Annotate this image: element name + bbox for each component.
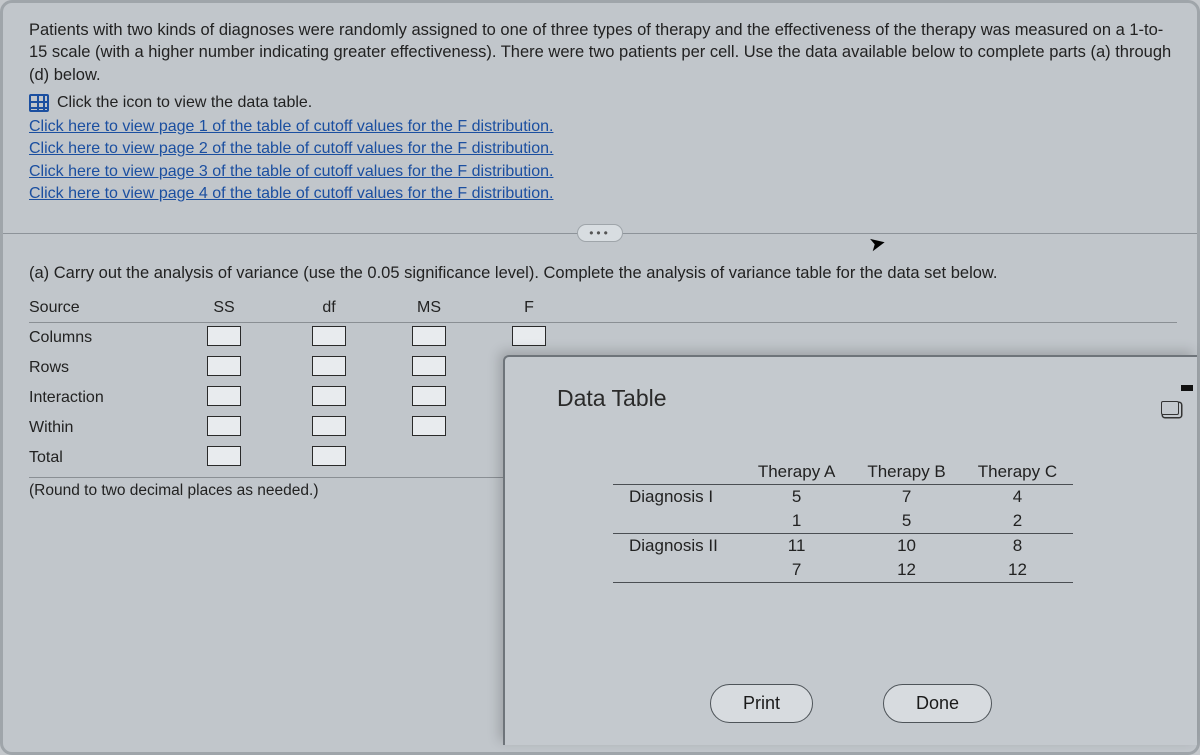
input-ss-interaction[interactable] bbox=[207, 386, 241, 406]
cell: 11 bbox=[742, 534, 852, 559]
col-ss: SS bbox=[169, 299, 279, 317]
modal-button-row: Print Done bbox=[505, 684, 1197, 723]
done-button[interactable]: Done bbox=[883, 684, 992, 723]
section-divider: ••• bbox=[3, 233, 1197, 234]
cell: 8 bbox=[962, 534, 1073, 559]
data-table-modal: Data Table Therapy A Therapy B Therapy C… bbox=[503, 355, 1197, 745]
copy-icon[interactable] bbox=[1161, 401, 1179, 415]
input-ss-total[interactable] bbox=[207, 446, 241, 466]
anova-label: Columns bbox=[29, 329, 169, 347]
modal-title: Data Table bbox=[557, 385, 1183, 412]
anova-label: Interaction bbox=[29, 389, 169, 407]
col-source: Source bbox=[29, 299, 169, 317]
input-df-columns[interactable] bbox=[312, 326, 346, 346]
th-therapy-b: Therapy B bbox=[851, 460, 961, 485]
cell: 7 bbox=[851, 485, 961, 510]
row-label bbox=[613, 558, 742, 583]
input-df-total[interactable] bbox=[312, 446, 346, 466]
th-therapy-c: Therapy C bbox=[962, 460, 1073, 485]
print-button[interactable]: Print bbox=[710, 684, 813, 723]
part-a-text: (a) Carry out the analysis of variance (… bbox=[29, 264, 1177, 283]
cell: 2 bbox=[962, 509, 1073, 534]
rounding-note: (Round to two decimal places as needed.) bbox=[29, 477, 529, 500]
cell: 12 bbox=[962, 558, 1073, 583]
view-data-table-line[interactable]: Click the icon to view the data table. bbox=[29, 94, 1177, 112]
data-table: Therapy A Therapy B Therapy C Diagnosis … bbox=[613, 460, 1073, 583]
view-data-table-label: Click the icon to view the data table. bbox=[57, 94, 312, 112]
th-blank bbox=[613, 460, 742, 485]
input-ss-within[interactable] bbox=[207, 416, 241, 436]
input-ss-columns[interactable] bbox=[207, 326, 241, 346]
input-ms-rows[interactable] bbox=[412, 356, 446, 376]
f-dist-link-1[interactable]: Click here to view page 1 of the table o… bbox=[29, 116, 553, 138]
question-panel: Patients with two kinds of diagnoses wer… bbox=[0, 0, 1200, 755]
th-therapy-a: Therapy A bbox=[742, 460, 852, 485]
col-f: F bbox=[479, 299, 579, 317]
cell: 10 bbox=[851, 534, 961, 559]
f-dist-link-2[interactable]: Click here to view page 2 of the table o… bbox=[29, 138, 553, 160]
table-row: 7 12 12 bbox=[613, 558, 1073, 583]
f-dist-link-4[interactable]: Click here to view page 4 of the table o… bbox=[29, 183, 553, 205]
input-f-columns[interactable] bbox=[512, 326, 546, 346]
cell: 4 bbox=[962, 485, 1073, 510]
table-row: Diagnosis II 11 10 8 bbox=[613, 534, 1073, 559]
anova-header-row: Source SS df MS F bbox=[29, 293, 1177, 323]
table-row: Diagnosis I 5 7 4 bbox=[613, 485, 1073, 510]
anova-label: Rows bbox=[29, 359, 169, 377]
cell: 5 bbox=[851, 509, 961, 534]
anova-row-columns: Columns bbox=[29, 323, 1177, 353]
col-df: df bbox=[279, 299, 379, 317]
input-df-within[interactable] bbox=[312, 416, 346, 436]
input-ss-rows[interactable] bbox=[207, 356, 241, 376]
col-ms: MS bbox=[379, 299, 479, 317]
input-ms-interaction[interactable] bbox=[412, 386, 446, 406]
cell: 1 bbox=[742, 509, 852, 534]
input-df-rows[interactable] bbox=[312, 356, 346, 376]
cell: 7 bbox=[742, 558, 852, 583]
input-ms-within[interactable] bbox=[412, 416, 446, 436]
input-df-interaction[interactable] bbox=[312, 386, 346, 406]
cell: 5 bbox=[742, 485, 852, 510]
scroll-marker bbox=[1181, 385, 1193, 391]
anova-label: Total bbox=[29, 449, 169, 467]
drag-handle-icon[interactable]: ••• bbox=[577, 224, 623, 242]
table-icon bbox=[29, 94, 49, 112]
row-label: Diagnosis I bbox=[613, 485, 742, 510]
input-ms-columns[interactable] bbox=[412, 326, 446, 346]
anova-label: Within bbox=[29, 419, 169, 437]
f-dist-link-3[interactable]: Click here to view page 3 of the table o… bbox=[29, 161, 553, 183]
problem-statement: Patients with two kinds of diagnoses wer… bbox=[29, 19, 1177, 86]
row-label bbox=[613, 509, 742, 534]
row-label: Diagnosis II bbox=[613, 534, 742, 559]
table-row: 1 5 2 bbox=[613, 509, 1073, 534]
cell: 12 bbox=[851, 558, 961, 583]
